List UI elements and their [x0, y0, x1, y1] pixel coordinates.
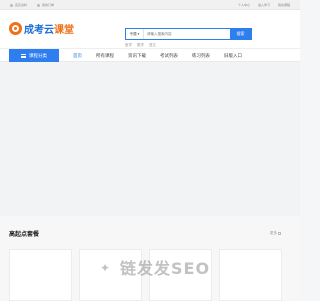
logo-text: 成考云课堂	[24, 21, 74, 36]
topbar-label: 完善资料	[15, 3, 28, 7]
logo-text-part2: 课堂	[54, 25, 74, 36]
user-icon	[10, 3, 13, 7]
search-button[interactable]: 搜索	[230, 29, 251, 39]
search-input[interactable]	[144, 29, 230, 39]
nav-item-downloads[interactable]: 资讯下载	[121, 49, 153, 63]
course-card[interactable]	[9, 249, 72, 301]
nav-item-legacy[interactable]: 旧版入口	[217, 49, 249, 63]
arrow-icon	[278, 232, 281, 235]
nav-item-all-courses[interactable]: 所有课程	[89, 49, 121, 63]
topbar-link-orders[interactable]: 我的订单	[37, 3, 54, 7]
banner-area	[0, 62, 300, 216]
nav-item-exams[interactable]: 考试列表	[153, 49, 185, 63]
nav-item-home[interactable]: 首页	[66, 49, 89, 63]
main-nav: 课程分类 首页 所有课程 资讯下载 考试列表 练习列表 旧版入口	[0, 48, 300, 63]
nav-item-practice[interactable]: 练习列表	[185, 49, 217, 63]
logo-text-part1: 成考云	[24, 25, 54, 36]
course-category-button[interactable]: 课程分类	[9, 49, 59, 63]
menu-icon	[21, 54, 26, 58]
top-bar: 完善资料 我的订单 个人中心 进入学习 我的课程	[0, 0, 300, 10]
chevron-down-icon: ▾	[137, 32, 140, 36]
search-type-select[interactable]: 专题 ▾	[126, 29, 144, 39]
watermark-icon: ✦	[100, 261, 111, 275]
order-icon	[37, 3, 41, 7]
course-category-label: 课程分类	[29, 54, 47, 59]
logo-icon	[9, 22, 22, 35]
topbar-link-user-center[interactable]: 个人中心	[238, 3, 250, 7]
topbar-label: 我的订单	[42, 3, 55, 7]
topbar-link-my-courses[interactable]: 我的课程	[278, 3, 290, 7]
topbar-link-profile[interactable]: 完善资料	[10, 3, 27, 7]
site-header: 成考云课堂 专题 ▾ 搜索 医学 数学 语文	[0, 10, 300, 48]
section-title: 高起点套餐	[9, 231, 40, 238]
watermark-text: 链发发SEO	[120, 259, 211, 278]
search-bar: 专题 ▾ 搜索	[125, 28, 252, 40]
search-type-label: 专题	[129, 31, 137, 36]
section-more-label: 更多	[270, 231, 277, 235]
course-card[interactable]	[219, 249, 282, 301]
section-more-link[interactable]: 更多	[270, 231, 281, 236]
topbar-link-study[interactable]: 进入学习	[258, 3, 270, 7]
site-logo[interactable]: 成考云课堂	[9, 21, 74, 36]
